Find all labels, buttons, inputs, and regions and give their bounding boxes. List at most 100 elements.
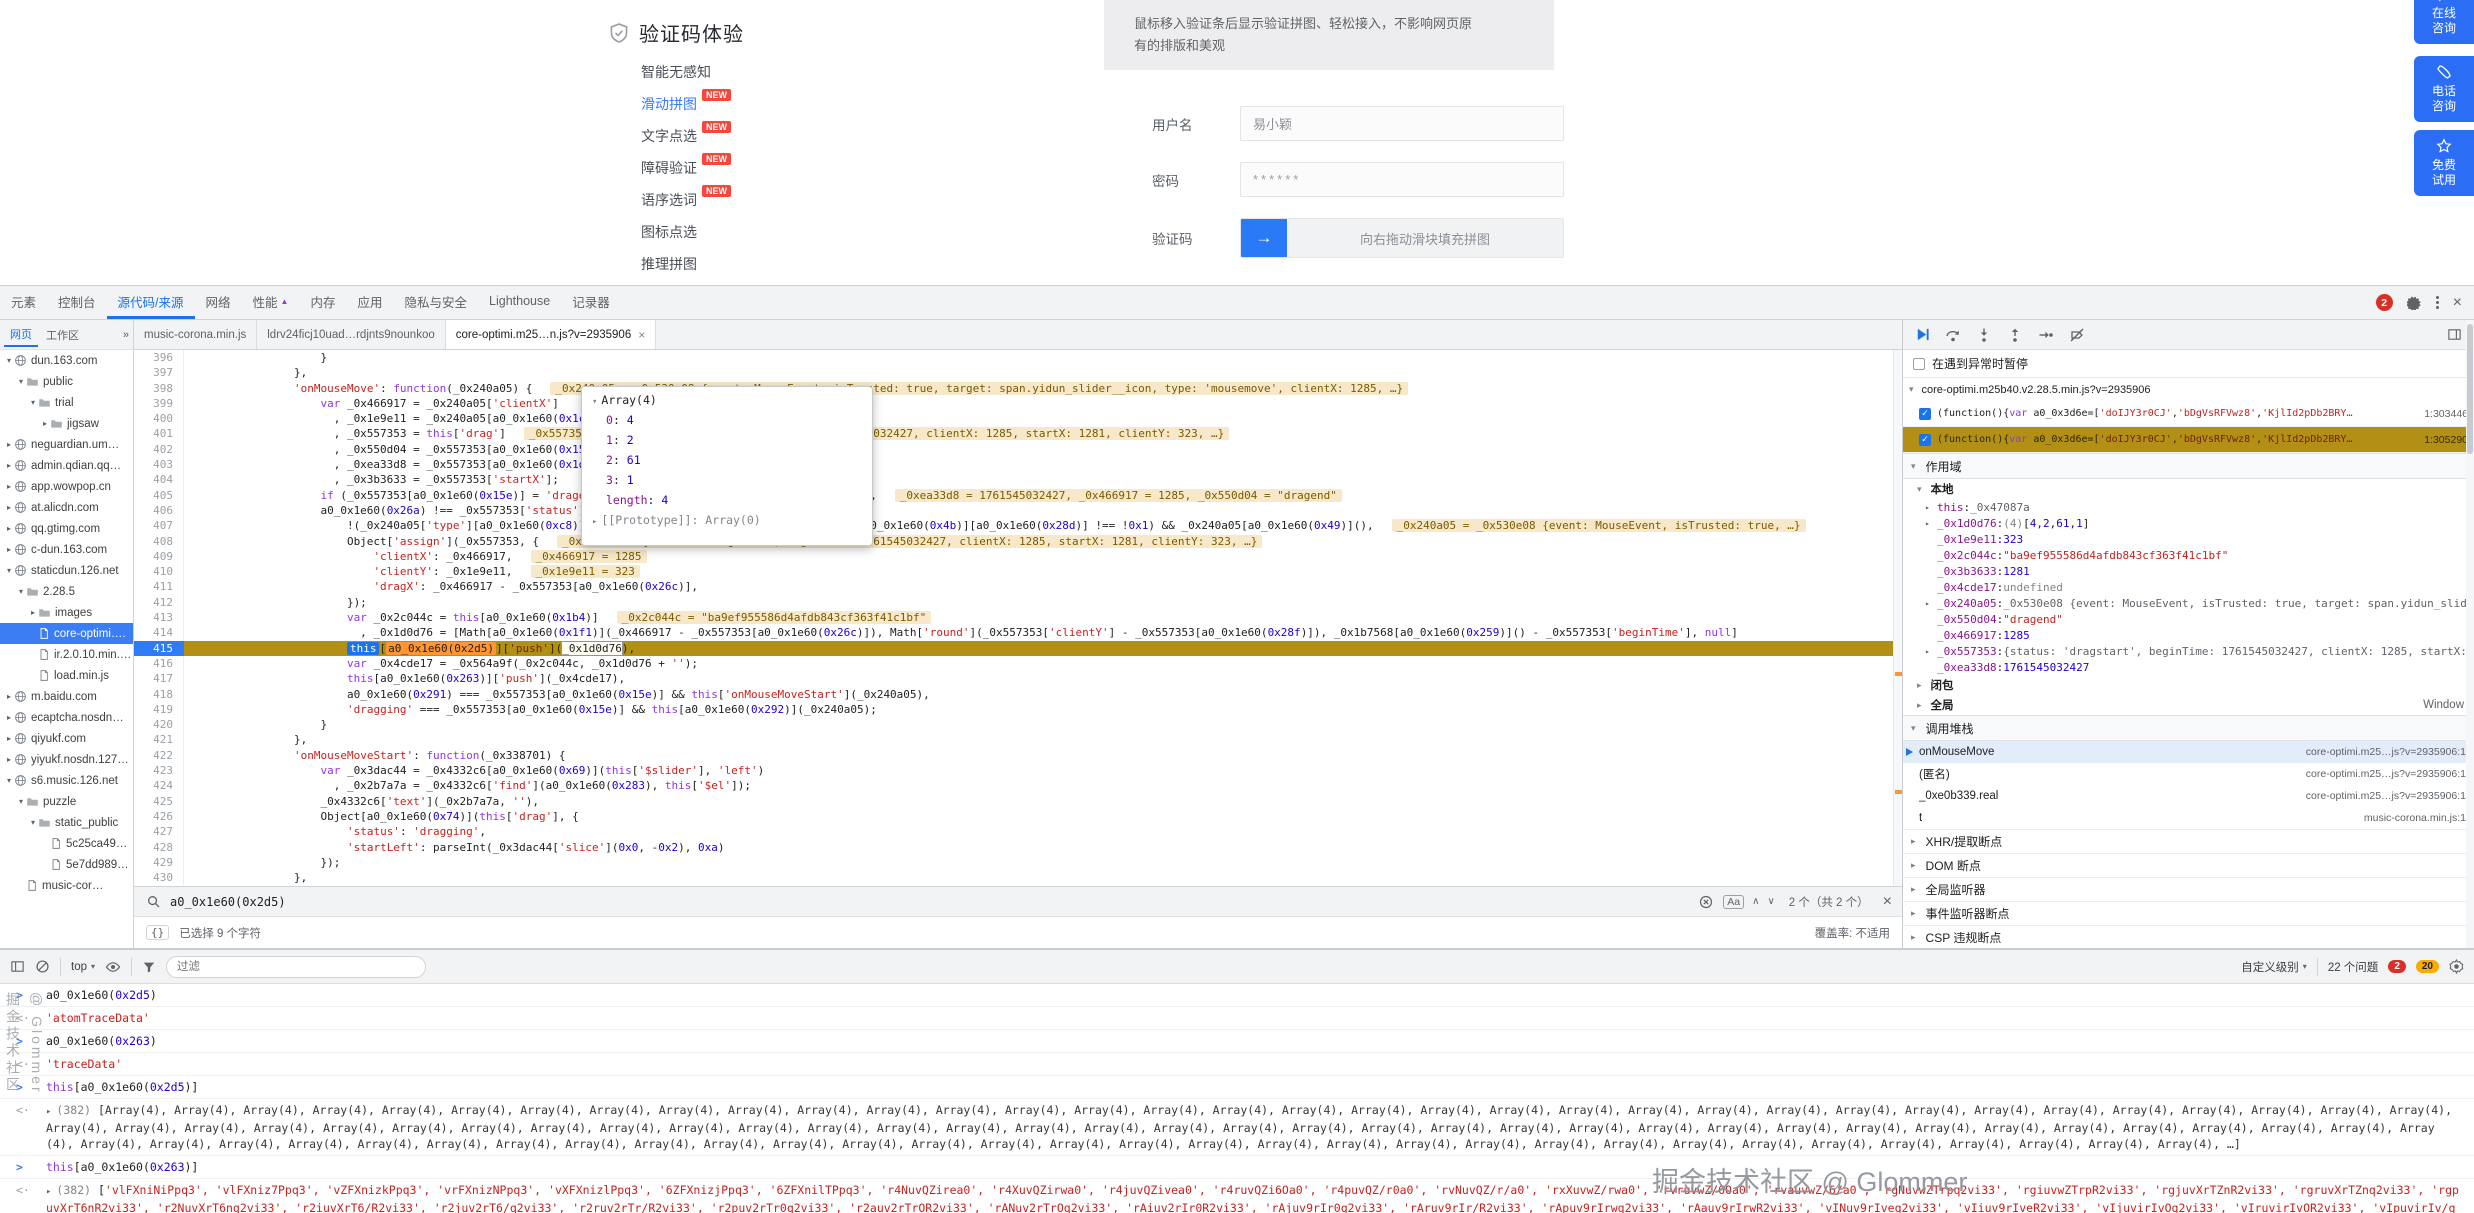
line-number[interactable]: 426 [134, 809, 184, 824]
console-input-row[interactable]: >a0_0x1e60(0x2d5) [0, 984, 2474, 1007]
username-field[interactable]: 易小颖 [1240, 106, 1564, 141]
close-search-icon[interactable]: × [1883, 894, 1892, 910]
scope-variable[interactable]: _0x466917: 1285 [1903, 627, 2474, 643]
step-out-icon[interactable] [2007, 327, 2023, 343]
nav-tab-workspace[interactable]: 工作区 [40, 324, 85, 346]
code-text[interactable]: 'dragX': _0x466917 - _0x557353[a0_0x1e60… [184, 579, 1902, 594]
code-text[interactable]: }); [184, 595, 1902, 610]
captcha-menu-item-5[interactable]: 语序选词NEW [641, 190, 731, 222]
file-tree-item[interactable]: ▾trial [0, 392, 133, 413]
line-number[interactable]: 423 [134, 763, 184, 778]
code-text[interactable]: }, [184, 732, 1902, 747]
search-input[interactable] [170, 895, 490, 909]
collapsed-section[interactable]: ▸全局监听器 [1903, 877, 2474, 901]
match-case-toggle[interactable]: Aa [1723, 895, 1744, 909]
line-number[interactable]: 408 [134, 534, 184, 549]
file-tree-item[interactable]: ▾s6.music.126.net [0, 770, 133, 791]
line-number[interactable]: 425 [134, 794, 184, 809]
line-number[interactable]: 413 [134, 610, 184, 625]
line-number[interactable]: 407 [134, 518, 184, 533]
console-context-selector[interactable]: top▾ [71, 961, 95, 973]
file-tree-item[interactable]: ▾dun.163.com [0, 350, 133, 371]
scrollbar-thumb[interactable] [2467, 324, 2473, 454]
line-number[interactable]: 399 [134, 396, 184, 411]
file-tree-item[interactable]: ▾public [0, 371, 133, 392]
line-number[interactable]: 414 [134, 625, 184, 640]
code-text[interactable]: 'onMouseMove': function(_0x240a05) {_0x2… [184, 381, 1902, 396]
chevron-right-icon[interactable]: ▸ [1925, 599, 1930, 608]
captcha-menu-item-6[interactable]: 图标点选 [641, 222, 731, 254]
popup-property-row[interactable]: 1: 2 [592, 430, 862, 450]
code-text[interactable]: _0x4332c6['text'](_0x2b7a7a, ''), [184, 794, 1902, 809]
breakpoint-checkbox[interactable]: ✓ [1919, 434, 1931, 446]
code-text[interactable]: Object[a0_0x1e60(0x74)](this['drag'], { [184, 809, 1902, 824]
console-output-row[interactable]: <·▸(382) [Array(4), Array(4), Array(4), … [0, 1099, 2474, 1156]
line-number[interactable]: 419 [134, 702, 184, 717]
code-text[interactable]: a0_0x1e60(0x26a) !== _0x557353['status']… [184, 503, 1902, 518]
popup-property-row[interactable]: 0: 4 [592, 410, 862, 430]
code-text[interactable]: , _0xea33d8 = _0x557353[a0_0x1e60(0x1d2)… [184, 457, 1902, 472]
editor-tab-3[interactable]: core-optimi.m25…n.js?v=2935906× [446, 320, 657, 349]
line-number[interactable]: 430 [134, 870, 184, 885]
console-settings-gear-icon[interactable] [2449, 959, 2464, 974]
warning-badge[interactable]: 20 [2416, 960, 2439, 973]
side-button-2[interactable]: 电话咨询 [2414, 56, 2474, 122]
code-text[interactable]: 'status': 'dragging', [184, 824, 1902, 839]
file-tree-item[interactable]: ▸qq.gtimg.com [0, 518, 133, 539]
console-output-row[interactable]: <·'traceData' [0, 1053, 2474, 1076]
line-number[interactable]: 418 [134, 687, 184, 702]
devtools-tab-5[interactable]: 性能▲ [242, 286, 300, 319]
scope-variable[interactable]: _0x2c044c: "ba9ef955586d4afdb843cf363f41… [1903, 547, 2474, 563]
step-over-icon[interactable] [1945, 327, 1961, 343]
clear-console-icon[interactable] [35, 959, 50, 974]
line-number[interactable]: 415 [134, 641, 184, 656]
line-number[interactable]: 416 [134, 656, 184, 671]
code-text[interactable]: , _0x1d0d76 = [Math[a0_0x1e60(0x1f1)](_0… [184, 625, 1902, 640]
line-number[interactable]: 400 [134, 411, 184, 426]
expand-chevron-icon[interactable]: ▸ [46, 1187, 51, 1197]
next-match-icon[interactable]: ∨ [1767, 896, 1774, 907]
chevron-right-icon[interactable]: ▸ [1925, 519, 1930, 528]
code-text[interactable]: , _0x1e9e11 = _0x240a05[a0_0x1e60(0x1ca)… [184, 411, 1902, 426]
line-number[interactable]: 405 [134, 488, 184, 503]
devtools-tab-9[interactable]: Lighthouse [478, 286, 561, 319]
devtools-tab-1[interactable]: 元素 [0, 286, 47, 319]
code-text[interactable]: } [184, 717, 1902, 732]
editor-scrollbar[interactable] [1893, 350, 1902, 886]
line-number[interactable]: 428 [134, 840, 184, 855]
devtools-tab-2[interactable]: 控制台 [47, 286, 107, 319]
side-button-1[interactable]: 在线咨询 [2414, 0, 2474, 44]
close-devtools-icon[interactable]: × [2453, 295, 2462, 311]
slider-handle-button[interactable]: → [1241, 219, 1287, 257]
collapsed-section[interactable]: ▸CSP 违规断点 [1903, 925, 2474, 948]
callstack-frame[interactable]: onMouseMovecore-optimi.m25…js?v=2935906:… [1903, 741, 2474, 763]
breakpoint-group-header[interactable]: ▾ core-optimi.m25b40.v2.28.5.min.js?v=29… [1903, 378, 2474, 401]
console-output-row[interactable]: <·'atomTraceData' [0, 1007, 2474, 1030]
line-number[interactable]: 427 [134, 824, 184, 839]
scope-variable[interactable]: ▸_0x1d0d76: (4) [4, 2, 61, 1] [1903, 515, 2474, 531]
scope-variable[interactable]: _0x4cde17: undefined [1903, 579, 2474, 595]
panel-scrollbar[interactable] [2466, 320, 2474, 948]
file-tree-item[interactable]: ▸jigsaw [0, 413, 133, 434]
file-tree-item[interactable]: 5e7dd9894c… [0, 854, 133, 875]
nav-tab-page[interactable]: 网页 [4, 323, 38, 347]
scope-variable[interactable]: _0xea33d8: 1761545032427 [1903, 659, 2474, 675]
line-number[interactable]: 406 [134, 503, 184, 518]
scope-variable[interactable]: _0x550d04: "dragend" [1903, 611, 2474, 627]
breakpoint-checkbox[interactable]: ✓ [1919, 408, 1931, 420]
devtools-tab-8[interactable]: 隐私与安全 [394, 286, 479, 319]
code-text[interactable]: }, [184, 870, 1902, 885]
line-number[interactable]: 410 [134, 564, 184, 579]
popup-property-row[interactable]: 3: 1 [592, 470, 862, 490]
code-text[interactable]: Object['assign'](_0x557353, {_0x557353 =… [184, 534, 1902, 549]
popup-prototype-row[interactable]: ▸[[Prototype]]: Array(0) [592, 510, 862, 532]
scope-variable[interactable]: ▸_0x240a05: _0x530e08 {event: MouseEvent… [1903, 595, 2474, 611]
chevron-right-icon[interactable]: ▸ [592, 517, 597, 527]
file-tree-item[interactable]: load.min.js [0, 665, 133, 686]
collapsed-section[interactable]: ▸事件监听器断点 [1903, 901, 2474, 925]
scope-variable[interactable]: ▸this: _0x47087a [1903, 499, 2474, 515]
line-number[interactable]: 421 [134, 732, 184, 747]
line-number[interactable]: 412 [134, 595, 184, 610]
callstack-frame[interactable]: (匿名)core-optimi.m25…js?v=2935906:1 [1903, 763, 2474, 785]
popup-property-row[interactable]: 2: 61 [592, 450, 862, 470]
